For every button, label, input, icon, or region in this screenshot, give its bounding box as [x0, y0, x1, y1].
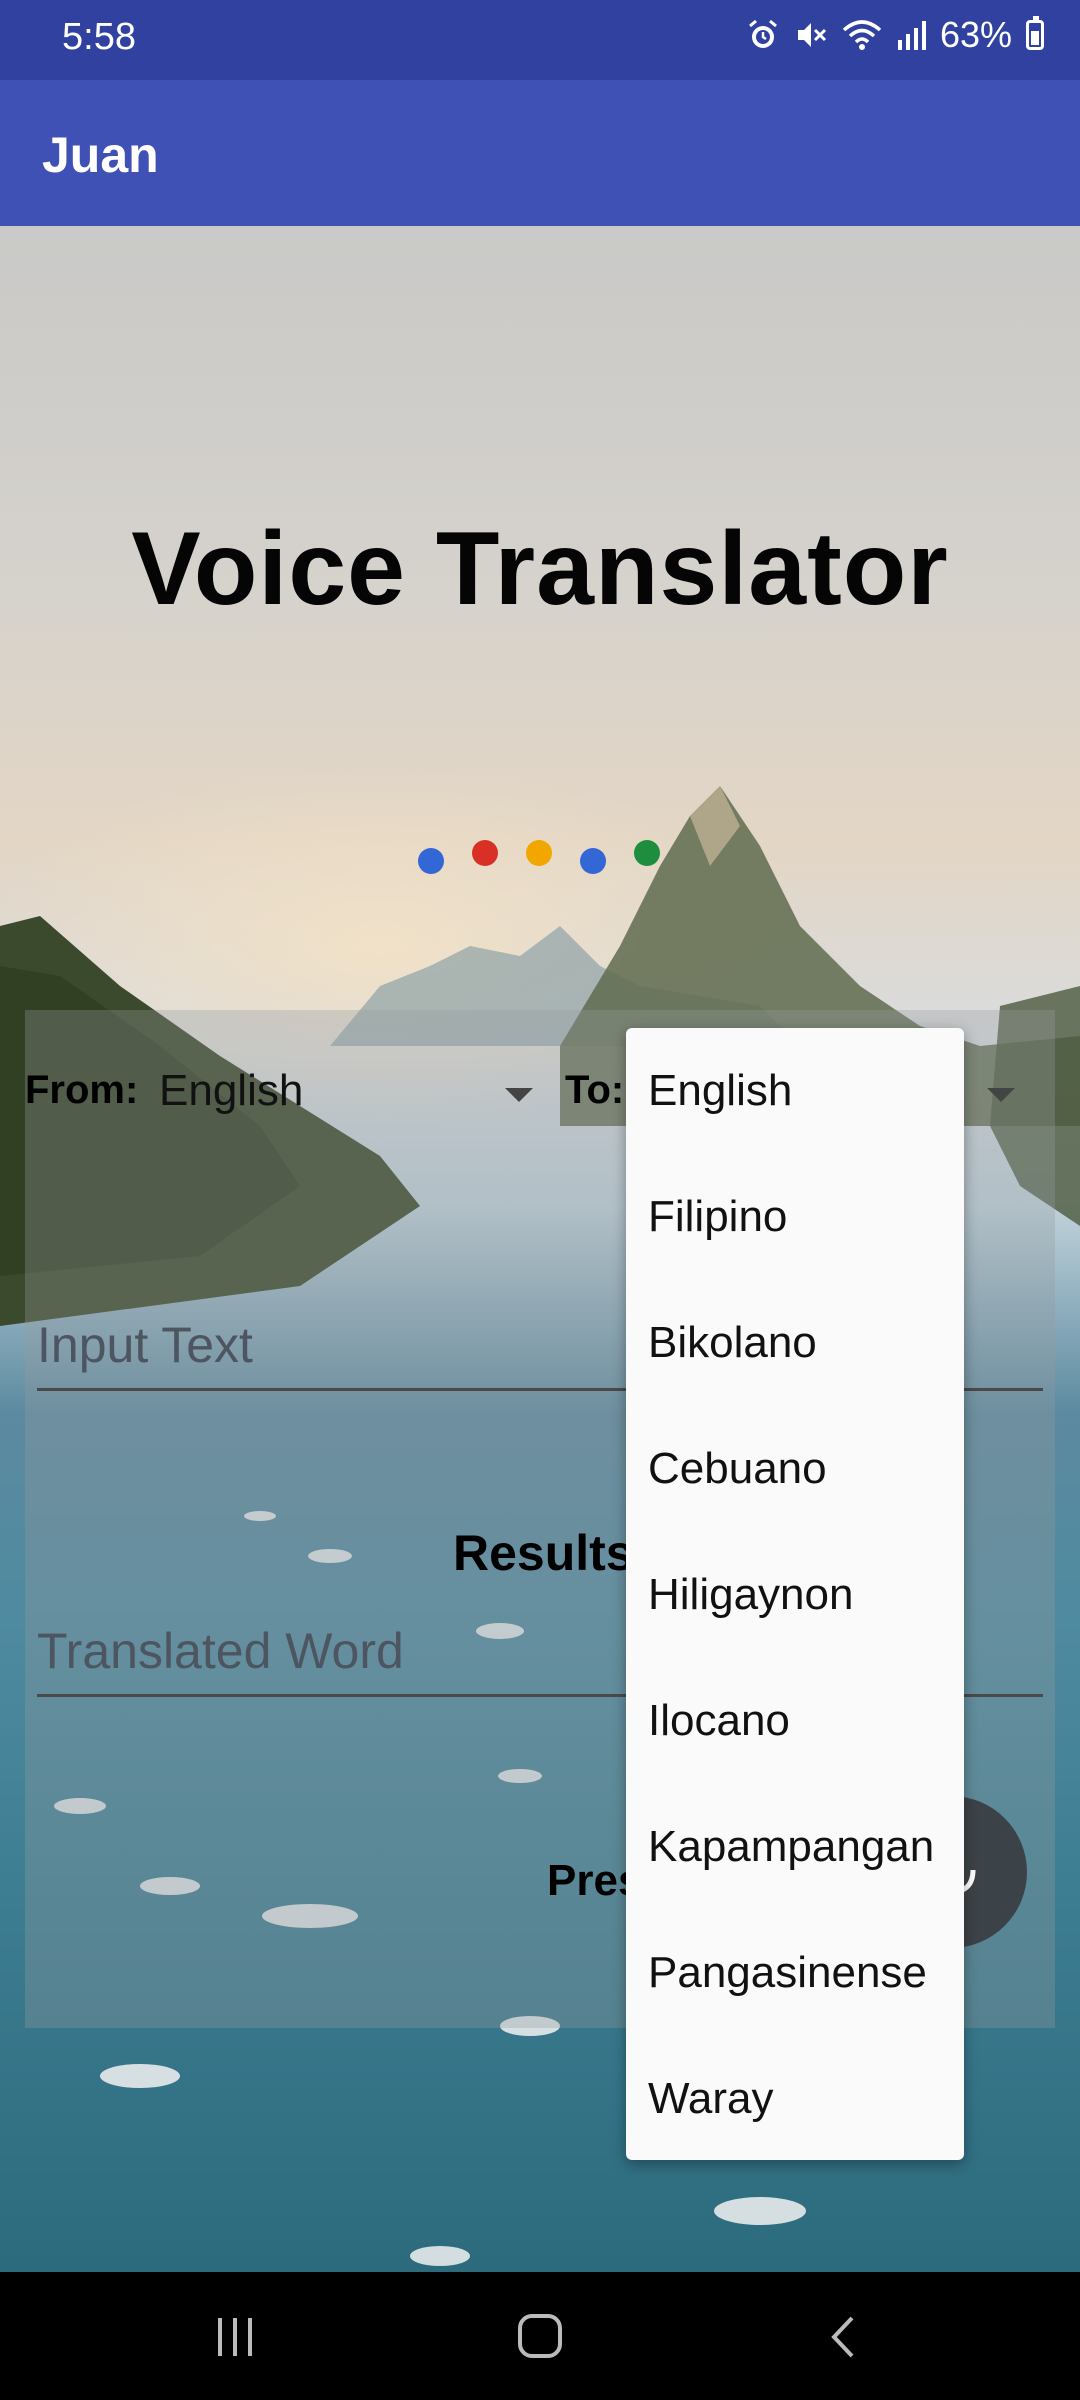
from-language-spinner[interactable]: English: [155, 1050, 555, 1140]
dropdown-option-cebuano[interactable]: Cebuano: [626, 1406, 964, 1532]
indicator-dot: [634, 840, 660, 866]
option-label: Cebuano: [648, 1444, 827, 1493]
option-label: Bikolano: [648, 1318, 817, 1367]
option-label: Ilocano: [648, 1696, 790, 1745]
option-label: Pangasinense: [648, 1948, 927, 1997]
dropdown-option-english[interactable]: English: [626, 1028, 964, 1154]
translated-word-placeholder: Translated Word: [37, 1623, 404, 1679]
signal-icon: [897, 21, 926, 50]
app-title: Juan: [42, 127, 159, 183]
results-label: Results: [453, 1525, 634, 1581]
input-text-placeholder: Input Text: [37, 1317, 253, 1373]
home-icon[interactable]: [514, 2310, 566, 2362]
dropdown-option-filipino[interactable]: Filipino: [626, 1154, 964, 1280]
wifi-icon: [842, 20, 882, 50]
dropdown-option-pangasinense[interactable]: Pangasinense: [626, 1910, 964, 2036]
option-label: Hiligaynon: [648, 1570, 854, 1619]
indicator-dot: [580, 848, 606, 874]
from-label: From:: [25, 1068, 139, 1112]
back-icon[interactable]: [820, 2312, 870, 2362]
battery-percent: 63%: [939, 14, 1012, 55]
indicator-dot: [526, 840, 552, 866]
voice-indicator-dots: [416, 834, 676, 874]
indicator-dot: [418, 848, 444, 874]
dropdown-option-ilocano[interactable]: Ilocano: [626, 1658, 964, 1784]
recent-apps-icon[interactable]: [210, 2312, 260, 2362]
option-label: Kapampangan: [648, 1822, 935, 1871]
from-language-value: English: [159, 1066, 304, 1115]
dropdown-option-kapampangan[interactable]: Kapampangan: [626, 1784, 964, 1910]
status-time: 5:58: [62, 16, 136, 58]
dropdown-option-hiligaynon[interactable]: Hiligaynon: [626, 1532, 964, 1658]
language-dropdown: English Filipino Bikolano Cebuano Hiliga…: [626, 1028, 964, 2160]
dropdown-option-waray[interactable]: Waray: [626, 2036, 964, 2162]
status-bar: 5:58 63%: [0, 0, 1080, 80]
mute-icon: [797, 23, 826, 47]
option-label: Waray: [648, 2074, 774, 2123]
battery-icon: [1026, 16, 1044, 50]
alarm-icon: [748, 19, 777, 48]
to-label: To:: [565, 1068, 625, 1112]
option-label: Filipino: [648, 1192, 788, 1241]
indicator-dot: [472, 840, 498, 866]
chevron-down-icon: [987, 1088, 1015, 1102]
dropdown-option-bikolano[interactable]: Bikolano: [626, 1280, 964, 1406]
app-bar: Juan: [0, 80, 1080, 226]
option-label: English: [648, 1066, 793, 1115]
status-icons: 63%: [746, 14, 1044, 56]
page-title: Voice Translator: [131, 511, 949, 627]
chevron-down-icon: [505, 1088, 533, 1102]
system-nav-bar: [0, 2272, 1080, 2400]
